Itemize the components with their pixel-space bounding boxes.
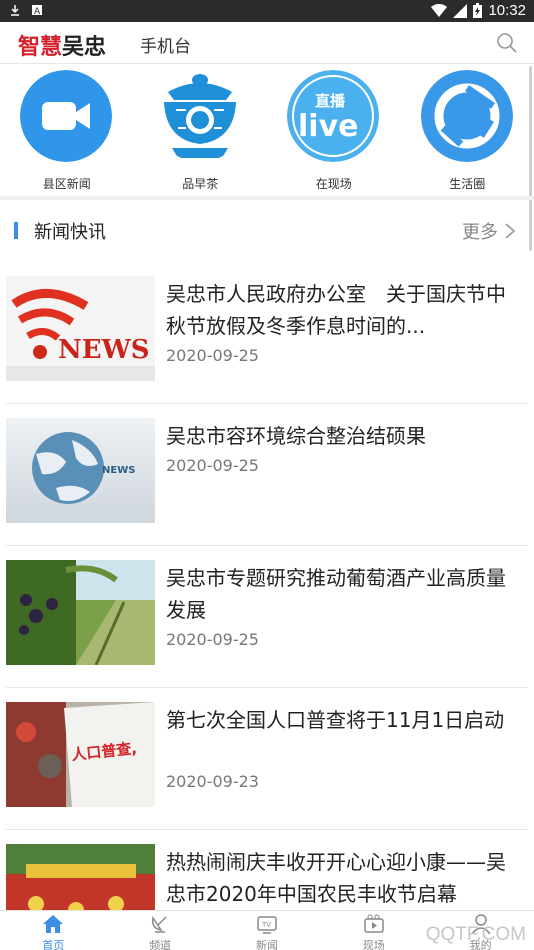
tile-label: 县区新闻 (42, 177, 91, 191)
news-item[interactable]: NEWS 吴忠市容环境综合整治结硕果 2020-09-25 (0, 404, 534, 546)
nav-label: 现场 (362, 939, 385, 950)
nav-news[interactable]: TV 新闻 (214, 911, 321, 950)
app-logo: 智慧 吴忠 (18, 29, 106, 61)
news-title: 第七次全国人口普查将于11月1日启动 (166, 708, 505, 732)
chevron-right-icon (505, 223, 516, 239)
download-icon (8, 3, 22, 17)
news-date: 2020-09-25 (166, 456, 259, 475)
nav-home[interactable]: 首页 (0, 911, 107, 950)
notification-app-icon: A (30, 3, 44, 17)
nav-channel[interactable]: 频道 (107, 911, 214, 950)
header-subtitle: 手机台 (140, 37, 191, 57)
news-date: 2020-09-25 (166, 346, 259, 365)
tile-life-circle[interactable]: 生活圈 (401, 66, 534, 196)
live-broadcast-icon: 直播 live (287, 70, 379, 162)
tv-icon: TV (257, 916, 277, 934)
more-label: 更多 (462, 222, 498, 243)
news-thumbnail: 人口普查, (6, 702, 155, 807)
news-thumbnail: NEWS (6, 276, 155, 381)
nav-live[interactable]: 现场 (320, 911, 427, 950)
status-time: 10:32 (488, 2, 526, 19)
tile-on-site[interactable]: 直播 live 在现场 (267, 66, 401, 196)
section-title: 新闻快讯 (34, 222, 106, 243)
tile-label: 品早茶 (182, 177, 219, 191)
wifi-icon (431, 4, 448, 17)
tile-label: 在现场 (315, 177, 352, 191)
live-video-icon (364, 914, 384, 933)
news-thumbnail: NEWS (6, 418, 155, 523)
svg-text:A: A (34, 7, 41, 16)
watermark: QQTF.COM (425, 924, 526, 945)
nav-label: 首页 (42, 939, 65, 950)
nav-label: 新闻 (255, 939, 278, 950)
tile-county-news[interactable]: 县区新闻 (0, 66, 134, 196)
search-button[interactable] (496, 32, 518, 54)
news-title: 热热闹闹庆丰收开开心心迎小康——吴忠市2020年中国农民丰收节启幕 (166, 850, 506, 906)
news-date: 2020-09-23 (166, 772, 259, 791)
news-item[interactable]: 人口普查, 第七次全国人口普查将于11月1日启动 2020-09-23 (0, 688, 534, 830)
tile-morning-tea[interactable]: 品早茶 (134, 66, 268, 196)
svg-text:直播: 直播 (315, 92, 346, 110)
news-title: 吴忠市专题研究推动葡萄酒产业高质量发展 (166, 566, 506, 622)
video-camera-icon (20, 70, 112, 162)
news-thumbnail (6, 560, 155, 665)
tile-label: 生活圈 (449, 177, 486, 191)
news-title: 吴忠市容环境综合整治结硕果 (166, 424, 426, 448)
logo-text-part2: 吴忠 (62, 35, 107, 60)
news-item[interactable]: 吴忠市专题研究推动葡萄酒产业高质量发展 2020-09-25 (0, 546, 534, 688)
search-icon (497, 33, 517, 53)
logo-text-part1: 智慧 (18, 35, 63, 60)
news-flash-header: 新闻快讯 更多 (0, 214, 534, 248)
section-divider (0, 196, 534, 200)
signal-icon (453, 3, 468, 18)
svg-text:TV: TV (261, 921, 271, 929)
news-title: 吴忠市人民政府办公室 关于国庆节中秋节放假及冬季作息时间的... (166, 282, 506, 338)
news-list: NEWS 吴忠市人民政府办公室 关于国庆节中秋节放假及冬季作息时间的... 20… (0, 262, 534, 950)
tea-cup-icon (163, 74, 236, 158)
status-bar: A 10:32 (0, 0, 534, 22)
life-circle-icon (420, 70, 513, 162)
news-date: 2020-09-25 (166, 630, 259, 649)
home-icon (43, 915, 64, 933)
section-accent-bar (14, 222, 18, 239)
nav-label: 频道 (149, 939, 172, 950)
quick-tiles: 县区新闻 品早茶 直播 live 在现场 生活圈 (0, 66, 534, 196)
svg-text:NEWS: NEWS (102, 465, 135, 476)
battery-icon (473, 3, 483, 18)
svg-text:NEWS: NEWS (58, 335, 150, 365)
app-header: 智慧 吴忠 手机台 (0, 22, 534, 64)
more-link[interactable]: 更多 (462, 218, 516, 244)
news-item[interactable]: NEWS 吴忠市人民政府办公室 关于国庆节中秋节放假及冬季作息时间的... 20… (0, 262, 534, 404)
satellite-icon (152, 916, 167, 933)
svg-text:live: live (298, 109, 358, 144)
